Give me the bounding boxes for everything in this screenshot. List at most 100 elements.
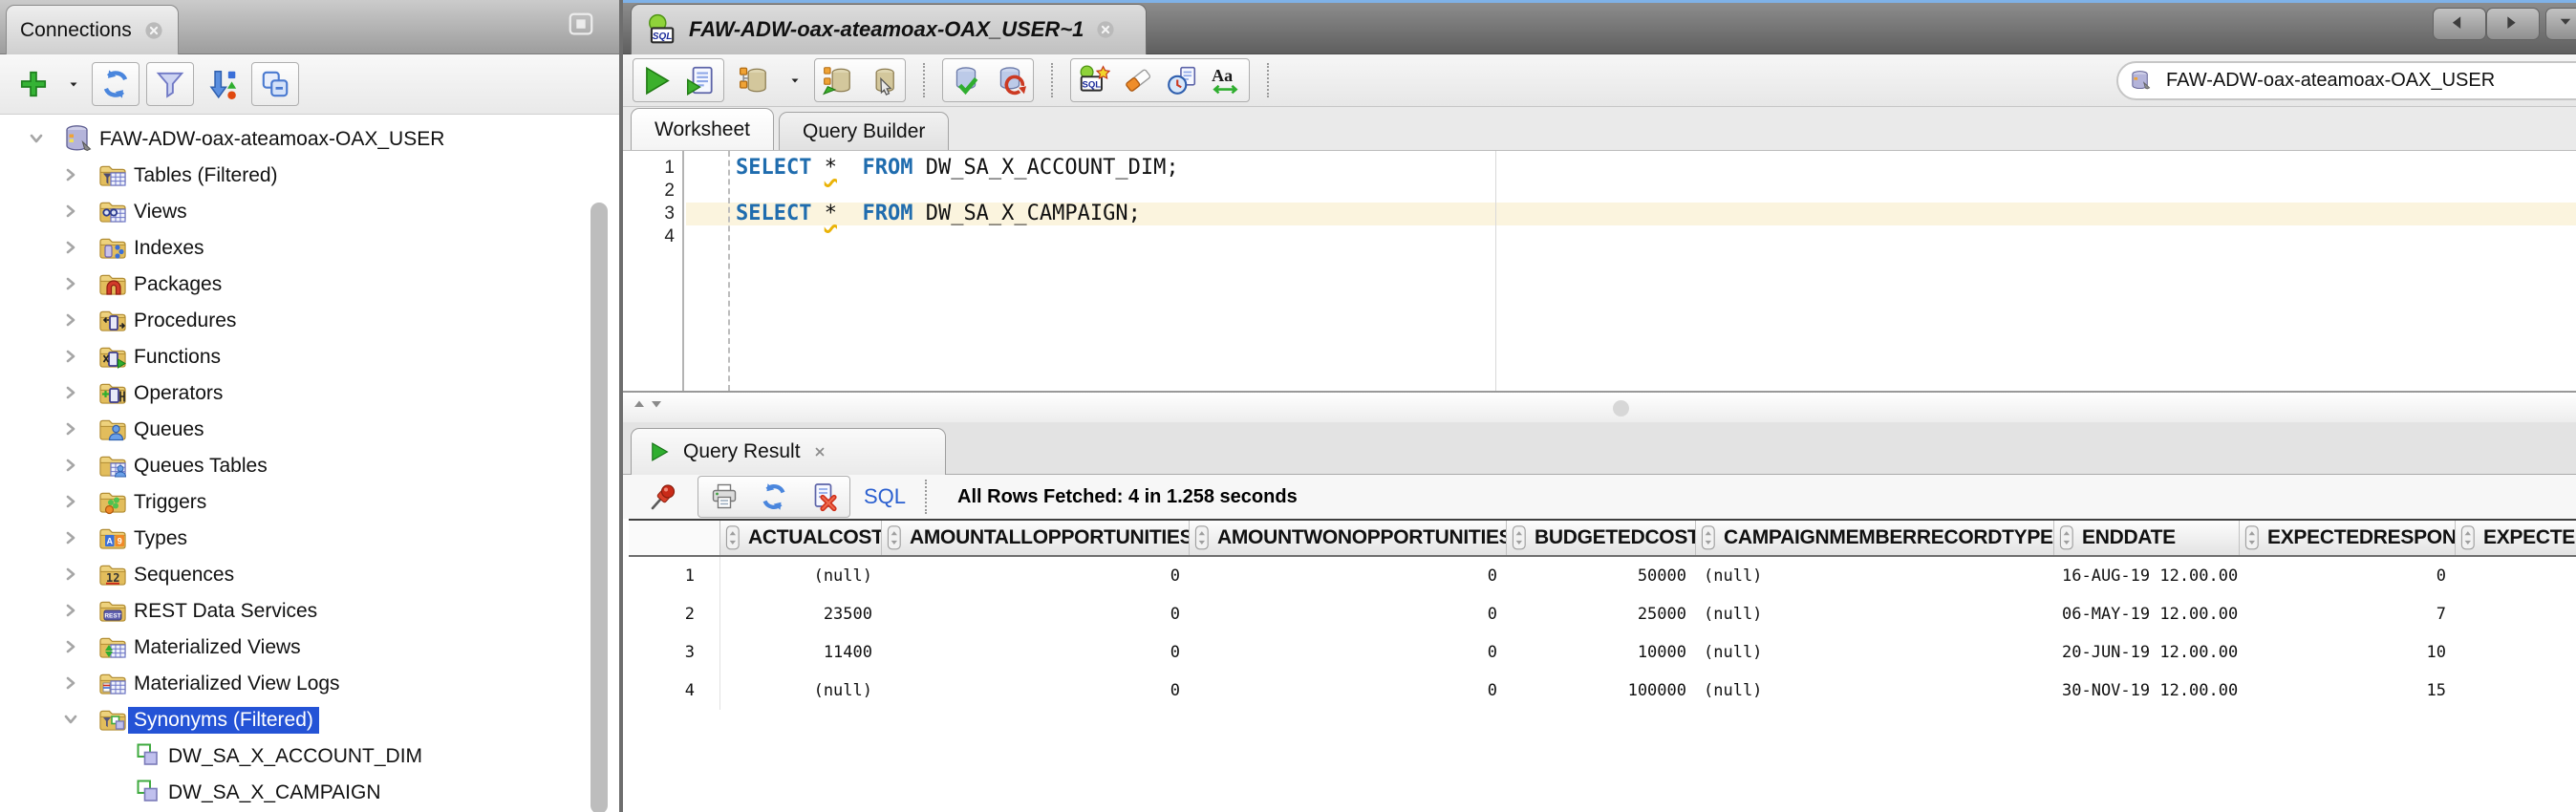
chevron-expanded-icon[interactable] bbox=[29, 131, 44, 146]
column-header-budgetedcost[interactable]: BUDGETEDCOST bbox=[1507, 521, 1696, 555]
column-header-expectedresponse[interactable]: EXPECTEDRESPONSE bbox=[2240, 521, 2456, 555]
sort-icon[interactable] bbox=[1701, 524, 1716, 552]
tab-connections[interactable]: Connections bbox=[6, 5, 179, 54]
sort-icon[interactable] bbox=[887, 524, 902, 552]
tree-item-types[interactable]: A 9 Types bbox=[0, 520, 587, 556]
print-button[interactable] bbox=[699, 478, 749, 516]
tab-list-button[interactable] bbox=[2545, 8, 2576, 40]
tree-item-sequences[interactable]: 12 Sequences bbox=[0, 556, 587, 592]
table-cell[interactable]: 0 bbox=[882, 595, 1190, 633]
float-panel-icon[interactable] bbox=[566, 11, 596, 39]
chevron-collapsed-icon[interactable] bbox=[63, 385, 78, 400]
table-cell[interactable]: (null) bbox=[1696, 672, 2054, 710]
tree-item-operators[interactable]: Operators bbox=[0, 374, 587, 411]
row-number-cell[interactable]: 1 bbox=[629, 557, 720, 595]
tree-item-tables-filtered[interactable]: Tables (Filtered) bbox=[0, 157, 587, 193]
table-cell[interactable]: 0 bbox=[1190, 633, 1507, 672]
chevron-collapsed-icon[interactable] bbox=[63, 458, 78, 473]
sql-link[interactable]: SQL bbox=[864, 484, 906, 509]
run-button[interactable] bbox=[634, 60, 678, 100]
table-cell[interactable]: (null) bbox=[720, 672, 882, 710]
table-cell[interactable] bbox=[2456, 557, 2576, 595]
code-line[interactable]: SELECT * FROM DW_SA_X_ACCOUNT_DIM; bbox=[736, 157, 1179, 180]
tree-item-faw-adw-oax-ateamoax-oax-user[interactable]: FAW-ADW-oax-ateamoax-OAX_USER bbox=[0, 120, 587, 157]
table-cell[interactable]: 06-MAY-19 12.00.00 bbox=[2054, 595, 2240, 633]
row-number-cell[interactable]: 4 bbox=[629, 672, 720, 710]
collapse-down-icon[interactable] bbox=[650, 397, 663, 411]
table-cell[interactable]: (null) bbox=[1696, 557, 2054, 595]
table-cell[interactable]: (null) bbox=[1696, 595, 2054, 633]
table-cell[interactable] bbox=[2456, 633, 2576, 672]
table-cell[interactable]: 0 bbox=[1190, 595, 1507, 633]
tree-item-packages[interactable]: Packages bbox=[0, 266, 587, 302]
sql-history-button[interactable] bbox=[1160, 60, 1204, 100]
table-cell[interactable]: 23500 bbox=[720, 595, 882, 633]
table-cell[interactable]: 0 bbox=[882, 672, 1190, 710]
tree-item-queues[interactable]: Queues bbox=[0, 411, 587, 447]
tree-item-indexes[interactable]: Indexes bbox=[0, 229, 587, 266]
commit-button[interactable] bbox=[944, 60, 988, 100]
sort-icon[interactable] bbox=[725, 524, 741, 552]
table-cell[interactable]: (null) bbox=[720, 557, 882, 595]
table-cell[interactable]: 25000 bbox=[1507, 595, 1696, 633]
close-icon[interactable] bbox=[143, 20, 164, 41]
clear-button[interactable] bbox=[1116, 60, 1160, 100]
table-cell[interactable]: 100000 bbox=[1507, 672, 1696, 710]
forward-button[interactable] bbox=[2486, 8, 2540, 40]
tree-item-materialized-view-logs[interactable]: Materialized View Logs bbox=[0, 665, 587, 701]
column-header-enddate[interactable]: ENDDATE bbox=[2054, 521, 2240, 555]
table-cell[interactable]: 30-NOV-19 12.00.00 bbox=[2054, 672, 2240, 710]
tree-item-rest-data-services[interactable]: REST REST Data Services bbox=[0, 592, 587, 629]
table-cell[interactable] bbox=[2456, 672, 2576, 710]
refresh-button[interactable] bbox=[94, 64, 138, 104]
refresh-result-button[interactable] bbox=[749, 478, 799, 516]
tree-item-procedures[interactable]: Procedures bbox=[0, 302, 587, 338]
close-icon[interactable] bbox=[812, 444, 827, 459]
horizontal-splitter[interactable] bbox=[623, 391, 2576, 422]
chevron-collapsed-icon[interactable] bbox=[63, 276, 78, 291]
table-cell[interactable]: 0 bbox=[882, 633, 1190, 672]
tree-scrollbar-thumb[interactable] bbox=[590, 203, 608, 812]
table-cell[interactable]: 15 bbox=[2240, 672, 2456, 710]
tree-item-queues-tables[interactable]: Queues Tables bbox=[0, 447, 587, 483]
add-connection-button[interactable] bbox=[11, 64, 55, 104]
unshared-worksheet-button[interactable]: SQL bbox=[1072, 60, 1116, 100]
chevron-collapsed-icon[interactable] bbox=[63, 639, 78, 654]
row-number-cell[interactable]: 2 bbox=[629, 595, 720, 633]
caret-down-button[interactable] bbox=[784, 60, 806, 100]
tree-item-materialized-views[interactable]: Materialized Views bbox=[0, 629, 587, 665]
sort-icon[interactable] bbox=[2460, 524, 2476, 552]
column-header-actualcost[interactable]: ACTUALCOST bbox=[720, 521, 882, 555]
explain-drop-button[interactable] bbox=[732, 60, 776, 100]
table-cell[interactable]: 11400 bbox=[720, 633, 882, 672]
change-case-button[interactable]: Aa bbox=[1204, 60, 1248, 100]
back-button[interactable] bbox=[2433, 8, 2486, 40]
chevron-collapsed-icon[interactable] bbox=[63, 675, 78, 691]
column-header-campaignmemberrecordtypeid[interactable]: CAMPAIGNMEMBERRECORDTYPEID bbox=[1696, 521, 2054, 555]
code-line[interactable]: SELECT * FROM DW_SA_X_CAMPAIGN; bbox=[736, 203, 1141, 225]
tree-item-synonyms-filtered[interactable]: Synonyms (Filtered) bbox=[0, 701, 587, 737]
pin-button[interactable] bbox=[638, 478, 688, 516]
tree-item-triggers[interactable]: Triggers bbox=[0, 483, 587, 520]
chevron-collapsed-icon[interactable] bbox=[63, 167, 78, 182]
table-cell[interactable]: (null) bbox=[1696, 633, 2054, 672]
table-cell[interactable]: 10 bbox=[2240, 633, 2456, 672]
run-script-button[interactable] bbox=[678, 60, 722, 100]
sort-icon[interactable] bbox=[1512, 524, 1527, 552]
table-cell[interactable]: 10000 bbox=[1507, 633, 1696, 672]
filter-button[interactable] bbox=[148, 64, 192, 104]
row-number-cell[interactable]: 3 bbox=[629, 633, 720, 672]
sort-icon[interactable] bbox=[2244, 524, 2260, 552]
rollback-button[interactable] bbox=[988, 60, 1032, 100]
table-cell[interactable]: 0 bbox=[882, 557, 1190, 595]
column-header-amountwonopportunities[interactable]: AMOUNTWONOPPORTUNITIES bbox=[1190, 521, 1507, 555]
table-cell[interactable]: 7 bbox=[2240, 595, 2456, 633]
connection-selector[interactable]: FAW-ADW-oax-ateamoax-OAX_USER bbox=[2116, 61, 2576, 100]
column-header-amountallopportunities[interactable]: AMOUNTALLOPPORTUNITIES bbox=[882, 521, 1190, 555]
table-cell[interactable] bbox=[2456, 595, 2576, 633]
tree-item-dw-sa-x-account-dim[interactable]: DW_SA_X_ACCOUNT_DIM bbox=[0, 737, 587, 774]
tree-item-dw-sa-x-campaign[interactable]: DW_SA_X_CAMPAIGN bbox=[0, 774, 587, 810]
chevron-collapsed-icon[interactable] bbox=[63, 349, 78, 364]
autotrace-button[interactable] bbox=[860, 60, 904, 100]
chevron-collapsed-icon[interactable] bbox=[63, 603, 78, 618]
